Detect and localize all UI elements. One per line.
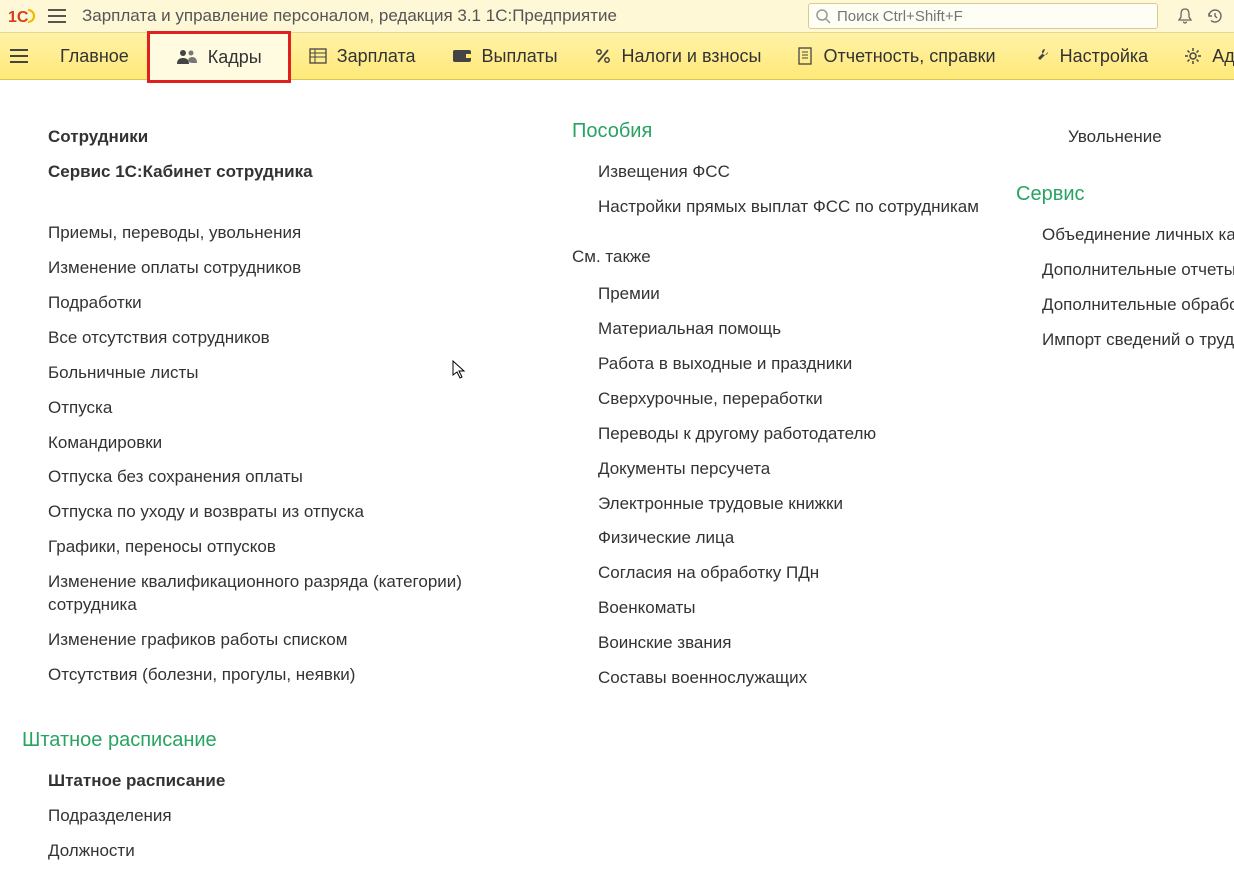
percent-icon <box>594 47 612 65</box>
column-1: Сотрудники Сервис 1С:Кабинет сотрудника … <box>22 120 532 869</box>
link-fss-settings[interactable]: Настройки прямых выплат ФСС по сотрудник… <box>598 190 1002 225</box>
link-merge-cards[interactable]: Объединение личных карточек <box>1042 218 1234 253</box>
link-military-ranks[interactable]: Воинские звания <box>598 626 1002 661</box>
link-overtime[interactable]: Сверхурочные, переработки <box>598 382 1002 417</box>
link-extra-work[interactable]: Подработки <box>48 286 532 321</box>
users-icon <box>176 48 198 66</box>
nav-admin[interactable]: Администрир <box>1166 34 1234 78</box>
link-bonuses[interactable]: Премии <box>598 277 1002 312</box>
nav-settings-label: Настройка <box>1060 46 1149 67</box>
search-input[interactable] <box>835 7 1151 26</box>
link-fss-notify[interactable]: Извещения ФСС <box>598 155 1002 190</box>
link-pay-changes[interactable]: Изменение оплаты сотрудников <box>48 251 532 286</box>
heading-staffing[interactable]: Штатное расписание <box>22 729 532 752</box>
nav-personnel[interactable]: Кадры <box>147 31 291 83</box>
app-logo: 1C <box>6 5 40 27</box>
column-3: Увольнение Сервис Объединение личных кар… <box>1042 120 1234 869</box>
heading-service[interactable]: Сервис <box>1016 183 1234 206</box>
nav-payments[interactable]: Выплаты <box>434 34 576 78</box>
link-absences[interactable]: Отсутствия (болезни, прогулы, неявки) <box>48 658 532 693</box>
nav-salary-label: Зарплата <box>337 46 416 67</box>
wallet-icon <box>452 49 472 63</box>
spreadsheet-icon <box>309 48 327 64</box>
nav-main[interactable]: Главное <box>42 34 147 78</box>
link-vacations[interactable]: Отпуска <box>48 391 532 426</box>
link-military-offices[interactable]: Военкоматы <box>598 591 1002 626</box>
nav-salary[interactable]: Зарплата <box>291 34 434 78</box>
link-import-labor[interactable]: Импорт сведений о трудовой де <box>1042 323 1234 358</box>
wrench-icon <box>1032 47 1050 65</box>
link-ework-books[interactable]: Электронные трудовые книжки <box>598 487 1002 522</box>
nav-admin-label: Администрир <box>1212 46 1234 67</box>
section-navbar: Главное Кадры Зарплата <box>0 33 1234 80</box>
title-bar: 1C Зарплата и управление персоналом, ред… <box>0 0 1234 33</box>
link-hires[interactable]: Приемы, переводы, увольнения <box>48 216 532 251</box>
nav-taxes-label: Налоги и взносы <box>622 46 762 67</box>
link-military-lists[interactable]: Составы военнослужащих <box>598 661 1002 696</box>
link-employee-cabinet[interactable]: Сервис 1С:Кабинет сотрудника <box>48 155 532 190</box>
content-area: Сотрудники Сервис 1С:Кабинет сотрудника … <box>0 80 1234 869</box>
gear-icon <box>1184 47 1202 65</box>
search-box[interactable] <box>808 3 1158 29</box>
heading-benefits[interactable]: Пособия <box>572 120 1002 143</box>
link-childcare-leave[interactable]: Отпуска по уходу и возвраты из отпуска <box>48 495 532 530</box>
nav-settings[interactable]: Настройка <box>1014 34 1167 78</box>
column-2: Пособия Извещения ФСС Настройки прямых в… <box>572 120 1002 869</box>
link-qualification-change[interactable]: Изменение квалификационного разряда (кат… <box>48 565 532 623</box>
link-unpaid-vacations[interactable]: Отпуска без сохранения оплаты <box>48 460 532 495</box>
link-persons[interactable]: Физические лица <box>598 521 1002 556</box>
nav-main-label: Главное <box>60 46 129 67</box>
link-staffing[interactable]: Штатное расписание <box>48 764 532 799</box>
nav-reports-label: Отчетность, справки <box>823 46 995 67</box>
sections-menu-icon[interactable] <box>10 43 28 69</box>
link-extra-processing[interactable]: Дополнительные обработки <box>1042 288 1234 323</box>
main-menu-icon[interactable] <box>48 4 72 28</box>
link-recalc-docs[interactable]: Документы персучета <box>598 452 1002 487</box>
document-icon <box>797 47 813 65</box>
link-all-absences[interactable]: Все отсутствия сотрудников <box>48 321 532 356</box>
link-departments[interactable]: Подразделения <box>48 799 532 834</box>
app-title: Зарплата и управление персоналом, редакц… <box>82 6 617 26</box>
nav-personnel-label: Кадры <box>208 47 262 68</box>
link-sick-leave[interactable]: Больничные листы <box>48 356 532 391</box>
link-pdn-consent[interactable]: Согласия на обработку ПДн <box>598 556 1002 591</box>
link-material-aid[interactable]: Материальная помощь <box>598 312 1002 347</box>
svg-text:1C: 1C <box>8 9 29 26</box>
link-business-trips[interactable]: Командировки <box>48 426 532 461</box>
link-employees[interactable]: Сотрудники <box>48 120 532 155</box>
search-icon <box>815 8 831 24</box>
link-extra-reports[interactable]: Дополнительные отчеты <box>1042 253 1234 288</box>
heading-see-also: См. также <box>572 247 1002 267</box>
link-holiday-work[interactable]: Работа в выходные и праздники <box>598 347 1002 382</box>
link-transfers[interactable]: Переводы к другому работодателю <box>598 417 1002 452</box>
link-dismissal[interactable]: Увольнение <box>1068 120 1234 155</box>
link-vacation-schedules[interactable]: Графики, переносы отпусков <box>48 530 532 565</box>
link-positions[interactable]: Должности <box>48 834 532 869</box>
history-icon[interactable] <box>1202 3 1228 29</box>
nav-reports[interactable]: Отчетность, справки <box>779 34 1013 78</box>
link-work-schedule-change[interactable]: Изменение графиков работы списком <box>48 623 532 658</box>
bell-icon[interactable] <box>1172 3 1198 29</box>
nav-taxes[interactable]: Налоги и взносы <box>576 34 780 78</box>
nav-payments-label: Выплаты <box>482 46 558 67</box>
